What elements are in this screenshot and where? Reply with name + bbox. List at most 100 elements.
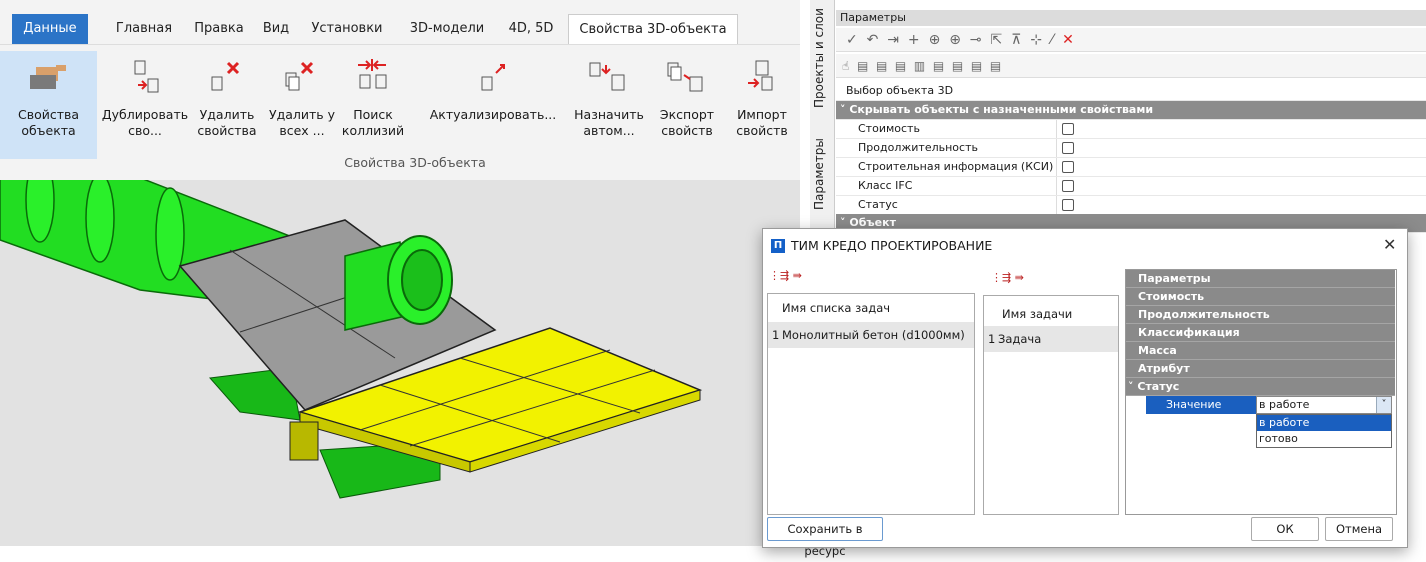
export-icon[interactable]: ▤	[971, 59, 982, 73]
tab-3d-object-properties[interactable]: Свойства 3D-объекта	[568, 14, 738, 45]
delete-icon[interactable]: ▤	[876, 59, 887, 73]
category-row[interactable]: Атрибут	[1126, 360, 1395, 378]
align-icon[interactable]: ⊼	[1011, 32, 1021, 48]
export-icon	[667, 62, 703, 92]
assign-icon[interactable]: ▤	[952, 59, 963, 73]
category-row[interactable]: Продолжительность	[1126, 306, 1395, 324]
delete-icon	[211, 61, 240, 91]
dropdown-option[interactable]: в работе	[1257, 415, 1391, 431]
import-properties-button[interactable]: Импорт свойств	[726, 51, 798, 159]
tab-data[interactable]: Данные	[12, 14, 88, 44]
node-icon[interactable]: ⊸	[970, 32, 982, 48]
update-icon	[481, 64, 505, 91]
brush-icon[interactable]: ⁄	[1051, 32, 1053, 48]
3d-scene[interactable]	[0, 180, 800, 546]
button-label: Экспорт свойств	[659, 107, 715, 138]
button-label: Поиск коллизий	[341, 107, 405, 138]
button-label: Импорт свойств	[736, 107, 788, 138]
select-icon[interactable]: ⇱	[990, 32, 1002, 48]
panel-toolbar-1: ✓ ↶ ⇥ + ⊕ ⊕ ⊸ ⇱ ⊼ ⊹ ⁄ ✕	[836, 28, 1426, 52]
button-label: Назначить автом...	[574, 107, 644, 138]
section-label: ˅ Скрывать объекты с назначенными свойст…	[840, 103, 1154, 116]
assign-auto-button[interactable]: Назначить автом...	[570, 51, 648, 159]
check-icon[interactable]: ✓	[846, 32, 858, 48]
cancel-button[interactable]: Отмена	[1325, 517, 1393, 541]
undo-icon[interactable]: ↶	[867, 32, 879, 48]
row-name: Монолитный бетон (d1000мм)	[782, 328, 965, 342]
property-label: Статус	[858, 198, 898, 211]
tab-edit[interactable]: Правка	[188, 14, 250, 44]
duplicate-properties-button[interactable]: Дублировать сво...	[100, 51, 190, 159]
property-row: Продолжительность	[836, 139, 1426, 158]
tab-home[interactable]: Главная	[106, 14, 182, 44]
task-list-header: Имя списка задач	[768, 294, 974, 323]
tab-3d-models[interactable]: 3D-модели	[404, 14, 490, 44]
hand-pointer-icon	[30, 65, 66, 89]
tab-projects-layers[interactable]: Проекты и слои	[812, 8, 826, 108]
property-row[interactable]: Выбор объекта 3D	[836, 82, 1426, 101]
property-row: Класс IFC	[836, 177, 1426, 196]
status-select[interactable]: в работе ˅	[1256, 396, 1392, 414]
export-properties-button[interactable]: Экспорт свойств	[650, 51, 724, 159]
import-icon	[748, 60, 773, 91]
duplicate-icon[interactable]: ▤	[857, 59, 868, 73]
checkbox[interactable]	[1062, 161, 1074, 173]
checkbox[interactable]	[1062, 180, 1074, 192]
category-row[interactable]: Классификация	[1126, 324, 1395, 342]
app-icon: П	[771, 239, 785, 253]
status-dropdown: в работе готово	[1256, 414, 1392, 448]
plus-icon[interactable]: +	[908, 32, 920, 48]
row-number: 1	[988, 332, 996, 346]
collision-search-button[interactable]: Поиск коллизий	[340, 51, 406, 159]
collision-icon	[358, 59, 387, 89]
checkbox[interactable]	[1062, 199, 1074, 211]
header-label: Имя списка задач	[782, 301, 891, 315]
category-label: Классификация	[1138, 326, 1240, 339]
end-icon[interactable]: ⇥	[887, 32, 899, 48]
ribbon-tabs: Данные Главная Правка Вид Установки 3D-м…	[12, 14, 798, 45]
category-row[interactable]: Масса	[1126, 342, 1395, 360]
update-icon[interactable]: ▤	[933, 59, 944, 73]
import-icon[interactable]: ▤	[990, 59, 1001, 73]
tab-view[interactable]: Вид	[256, 14, 296, 44]
list-item[interactable]: 1 Монолитный бетон (d1000мм)	[768, 322, 974, 348]
close-icon[interactable]: ✕	[1062, 32, 1074, 48]
checkbox[interactable]	[1062, 123, 1074, 135]
category-row[interactable]: Стоимость	[1126, 288, 1395, 306]
delete-from-all-button[interactable]: Удалить у всех ...	[264, 51, 340, 159]
panel-toolbar-2: ☝ ▤ ▤ ▤ ▥ ▤ ▤ ▤ ▤	[836, 54, 1426, 78]
status-value-row: Значение в работе ˅	[1126, 396, 1395, 414]
3d-viewport[interactable]	[0, 180, 800, 546]
category-label: Статус	[1137, 380, 1180, 393]
property-section[interactable]: ˅ Скрывать объекты с назначенными свойст…	[836, 101, 1426, 120]
delete-all-icon[interactable]: ▤	[895, 59, 906, 73]
category-row[interactable]: Параметры	[1126, 270, 1395, 288]
add-remove-icon[interactable]: ⋮⇶ ⇛	[769, 269, 802, 282]
category-row[interactable]: ˅ Статус	[1126, 378, 1395, 396]
save-to-resource-button[interactable]: Сохранить в ресурс	[767, 517, 883, 558]
list-item[interactable]: 1 Задача	[984, 326, 1118, 352]
tab-4d5d[interactable]: 4D, 5D	[500, 14, 562, 44]
checkbox[interactable]	[1062, 142, 1074, 154]
dimension-icon[interactable]: ⊹	[1030, 32, 1042, 48]
status-field-label: Значение	[1146, 396, 1256, 414]
add-remove-icon[interactable]: ⋮⇶ ⇛	[991, 271, 1024, 284]
tab-settings[interactable]: Установки	[304, 14, 390, 44]
properties-icon[interactable]: ☝	[842, 59, 849, 73]
collision-icon[interactable]: ▥	[914, 59, 925, 73]
ok-button[interactable]: ОК	[1251, 517, 1319, 541]
property-row: Стоимость	[836, 120, 1426, 139]
tab-parameters[interactable]: Параметры	[812, 130, 826, 210]
target-icon[interactable]: ⊕	[929, 32, 941, 48]
select-value: в работе	[1259, 398, 1310, 411]
object-properties-button[interactable]: Свойства объекта	[0, 51, 97, 159]
target-icon[interactable]: ⊕	[949, 32, 961, 48]
dropdown-option[interactable]: готово	[1257, 431, 1391, 447]
chevron-down-icon[interactable]: ˅	[1376, 397, 1391, 413]
dialog-titlebar: П ТИМ КРЕДО ПРОЕКТИРОВАНИЕ ✕	[763, 229, 1407, 263]
close-icon[interactable]: ✕	[1383, 235, 1396, 254]
task-header: Имя задачи	[984, 300, 1118, 329]
update-button[interactable]: Актуализировать...	[420, 51, 566, 159]
delete-properties-button[interactable]: Удалить свойства	[192, 51, 262, 159]
chevron-down-icon: ˅	[1128, 380, 1138, 393]
